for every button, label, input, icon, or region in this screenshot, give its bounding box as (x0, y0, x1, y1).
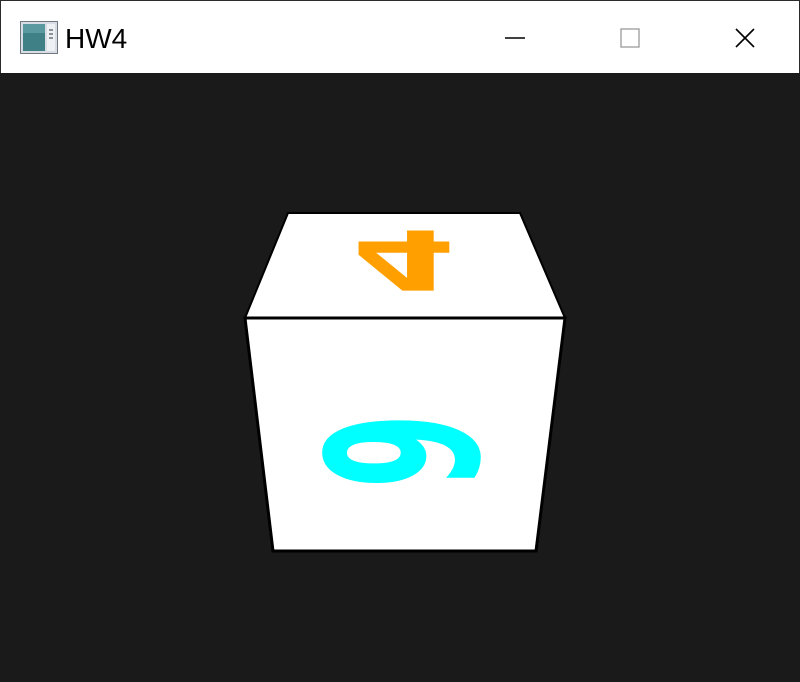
render-viewport[interactable]: 4 9 (0, 73, 800, 682)
top-face-digit: 4 (352, 211, 456, 307)
minimize-button[interactable] (457, 1, 572, 74)
maximize-button[interactable] (572, 1, 687, 74)
app-window-icon (20, 21, 58, 54)
cube-scene: 4 9 (243, 211, 567, 553)
close-button[interactable] (687, 1, 800, 74)
window-title: HW4 (65, 23, 128, 54)
maximize-icon (619, 27, 640, 48)
front-face-digit: 9 (284, 413, 528, 488)
front-face-digit-text: 9 (284, 413, 528, 488)
title-bar[interactable]: HW4 (0, 0, 800, 73)
app-window: HW4 4 9 (0, 0, 800, 682)
close-icon (734, 27, 755, 48)
minimize-icon (504, 36, 525, 39)
top-face-digit-text: 4 (352, 211, 456, 307)
